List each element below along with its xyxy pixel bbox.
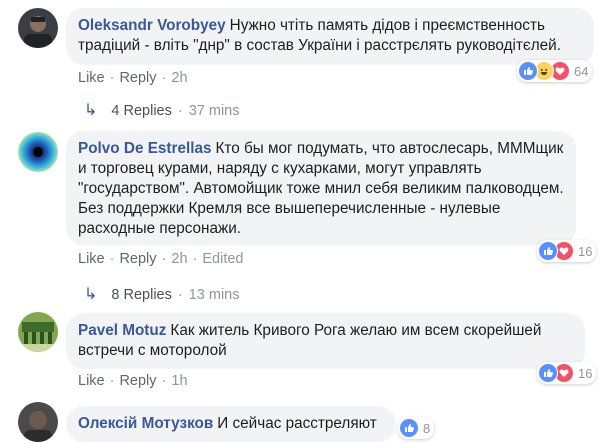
comment-bubble: Pavel Motuz Как житель Кривого Рога желаю…: [66, 313, 585, 369]
avatar[interactable]: [18, 402, 58, 442]
comment-author[interactable]: Pavel Motuz: [78, 322, 166, 339]
comment-actions: Like · Reply · 2h · Edited: [78, 251, 244, 267]
reply-link[interactable]: Reply: [119, 70, 156, 86]
reply-link[interactable]: Reply: [119, 373, 156, 389]
replies-count[interactable]: 8 Replies: [111, 287, 171, 303]
reply-arrow-icon: ↳: [84, 286, 98, 303]
comment-bubble: Polvo De Estrellas Кто бы мог подумать, ч…: [66, 131, 576, 245]
comment-bubble: Олексій Мотузков И сейчас расстреляют: [66, 406, 396, 442]
comment-author[interactable]: Олексій Мотузков: [78, 415, 213, 432]
comment-author[interactable]: Polvo De Estrellas: [78, 140, 211, 157]
replies-time: 37 mins: [188, 103, 240, 119]
comment-actions: Like · Reply · 1h: [78, 373, 188, 389]
reaction-summary[interactable]: 8: [398, 417, 435, 439]
like-reaction-icon: [538, 363, 558, 383]
comment-author[interactable]: Oleksandr Vorobyey: [78, 17, 226, 34]
reaction-count: 64: [574, 63, 589, 79]
comment-text: И сейчас расстреляют: [217, 415, 377, 432]
view-replies[interactable]: ↳ 4 Replies · 37 mins: [84, 100, 239, 120]
like-reaction-icon: [538, 241, 558, 261]
view-replies[interactable]: ↳ 8 Replies · 13 mins: [84, 284, 239, 304]
replies-time: 13 mins: [188, 287, 240, 303]
reaction-summary[interactable]: 16: [537, 240, 597, 262]
reply-arrow-icon: ↳: [84, 102, 98, 119]
avatar[interactable]: [18, 312, 58, 352]
comment-actions: Like · Reply · 2h: [78, 70, 188, 86]
reply-link[interactable]: Reply: [119, 251, 156, 267]
comment-timestamp[interactable]: 1h: [171, 373, 187, 389]
replies-count[interactable]: 4 Replies: [111, 103, 171, 119]
like-link[interactable]: Like: [78, 70, 105, 86]
reaction-count: 16: [578, 243, 593, 259]
like-link[interactable]: Like: [78, 373, 105, 389]
comment-timestamp[interactable]: 2h: [171, 251, 187, 267]
avatar[interactable]: [18, 8, 58, 48]
like-reaction-icon: [518, 61, 538, 81]
comment-timestamp[interactable]: 2h: [171, 70, 187, 86]
edited-label[interactable]: Edited: [202, 251, 243, 267]
reaction-summary[interactable]: 16: [537, 362, 597, 384]
reaction-summary[interactable]: 64: [517, 60, 593, 82]
reaction-count: 16: [578, 365, 593, 381]
avatar[interactable]: [18, 132, 58, 172]
like-reaction-icon: [399, 418, 419, 438]
like-link[interactable]: Like: [78, 251, 105, 267]
comment-bubble: Oleksandr Vorobyey Нужно чтіть память дід…: [66, 8, 594, 65]
reaction-count: 8: [423, 420, 431, 436]
